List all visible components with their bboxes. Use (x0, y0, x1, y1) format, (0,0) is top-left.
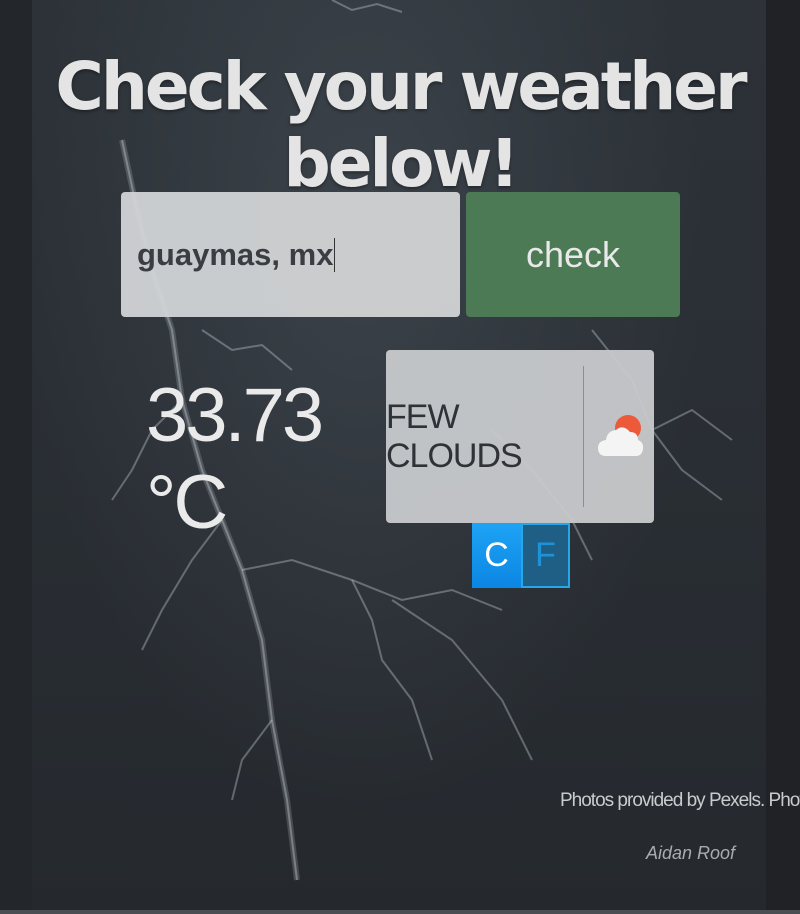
text-caret (334, 237, 336, 272)
city-input-value: guaymas, mx (137, 236, 334, 272)
weather-condition-label: FEW CLOUDS (386, 397, 523, 475)
city-search-input[interactable]: guaymas, mx (121, 192, 460, 317)
unit-toggle: C F (472, 523, 570, 588)
weather-app: Check your weather below! guaymas, mx ch… (0, 0, 800, 914)
celsius-button[interactable]: C (472, 523, 521, 588)
photo-credit-author[interactable]: Aidan Roof (646, 843, 735, 864)
card-divider (583, 366, 584, 507)
fahrenheit-button[interactable]: F (521, 523, 570, 588)
page-title: Check your weather below! (55, 48, 747, 202)
check-button[interactable]: check (466, 192, 680, 317)
bottom-edge (0, 910, 800, 914)
photo-credit-text: Photos provided by Pexels. Photo by (560, 790, 800, 811)
weather-condition-card: FEW CLOUDS (386, 350, 654, 523)
temperature-readout: 33.73 °C (146, 373, 324, 545)
few-clouds-day-icon (598, 415, 644, 456)
